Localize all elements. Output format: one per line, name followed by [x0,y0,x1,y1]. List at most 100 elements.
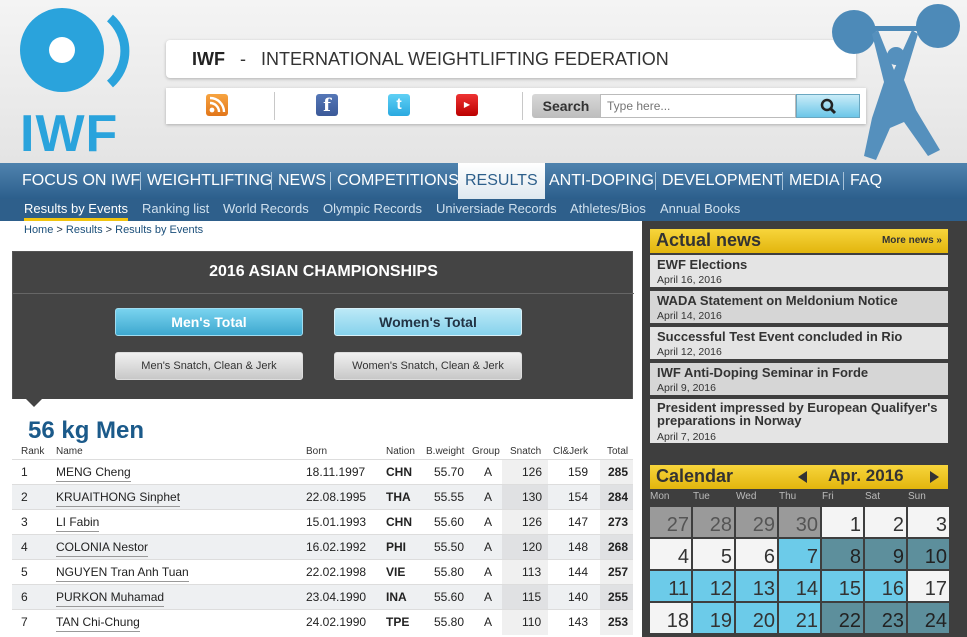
nav-faq[interactable]: FAQ [843,163,889,199]
calendar-day[interactable]: 3 [908,507,950,538]
cell-rank: 1 [21,465,28,479]
cell-name[interactable]: TAN Chi-Chung [56,612,140,632]
weekday-label: Sat [865,491,881,502]
news-title[interactable]: Successful Test Event concluded in Rio [657,329,902,344]
cell-snatch: 113 [522,565,542,579]
news-date: April 16, 2016 [657,274,722,286]
calendar-day[interactable]: 15 [822,571,864,602]
calendar-day[interactable]: 13 [736,571,778,602]
cell-bweight: 55.70 [434,465,465,479]
calendar-day[interactable]: 8 [822,539,864,570]
nav-anti-doping[interactable]: ANTI-DOPING [542,163,661,199]
subnav-universiade-records[interactable]: Universiade Records [436,199,557,221]
calendar-day[interactable]: 28 [693,507,735,538]
logo-text: IWF [20,105,119,163]
breadcrumb-home[interactable]: Home [24,224,53,236]
womens-total-button[interactable]: Women's Total [334,308,522,336]
calendar-day[interactable]: 30 [779,507,821,538]
breadcrumb-current[interactable]: Results by Events [115,224,203,236]
col-header-snatch: Snatch [510,446,542,457]
calendar-day[interactable]: 2 [865,507,907,538]
breadcrumb-results[interactable]: Results [66,224,103,236]
col-header-cljerk: Cl&Jerk [553,446,589,457]
calendar-day[interactable]: 27 [650,507,692,538]
weekday-label: Sun [908,491,926,502]
calendar-day[interactable]: 5 [693,539,735,570]
nav-focus-on-iwf[interactable]: FOCUS ON IWF [15,163,147,199]
cell-nation: VIE [386,565,406,579]
calendar-day[interactable]: 29 [736,507,778,538]
table-row: 3 LI Fabin 15.01.1993 CHN 55.60 A 126 147 273 [12,509,633,535]
nav-weightlifting[interactable]: WEIGHTLIFTING [140,163,279,199]
nav-media[interactable]: MEDIA [782,163,847,199]
mens-snatch-cj-button[interactable]: Men's Snatch, Clean & Jerk [115,352,303,380]
cell-name[interactable]: MENG Cheng [56,462,131,482]
news-item[interactable]: WADA Statement on Meldonium Notice April… [650,291,948,325]
news-title[interactable]: President impressed by European Qualifye… [657,401,947,427]
facebook-icon[interactable]: f [316,94,338,116]
mens-total-button[interactable]: Men's Total [115,308,303,336]
subnav-olympic-records[interactable]: Olympic Records [323,199,422,221]
event-title: 2016 ASIAN CHAMPIONSHIPS [13,252,634,294]
news-title[interactable]: IWF Anti-Doping Seminar in Forde [657,365,868,380]
nav-news[interactable]: NEWS [271,163,333,199]
calendar-day[interactable]: 1 [822,507,864,538]
calendar-day[interactable]: 9 [865,539,907,570]
calendar-day[interactable]: 4 [650,539,692,570]
womens-snatch-cj-button[interactable]: Women's Snatch, Clean & Jerk [334,352,522,380]
cell-cljerk: 159 [568,465,589,479]
calendar-day[interactable]: 24 [908,603,950,634]
next-month-icon[interactable] [930,471,939,483]
news-item[interactable]: Successful Test Event concluded in Rio A… [650,327,948,361]
calendar-day[interactable]: 6 [736,539,778,570]
cell-born: 23.04.1990 [306,590,367,604]
cell-name[interactable]: COLONIA Nestor [56,537,149,557]
calendar-day[interactable]: 14 [779,571,821,602]
news-header: Actual news More news » [650,229,948,253]
calendar-day[interactable]: 7 [779,539,821,570]
cell-name[interactable]: KRUAITHONG Sinphet [56,487,181,507]
calendar-day[interactable]: 20 [736,603,778,634]
cell-name[interactable]: NGUYEN Tran Anh Tuan [56,562,189,582]
news-title[interactable]: EWF Elections [657,257,747,272]
news-item[interactable]: IWF Anti-Doping Seminar in Forde April 9… [650,363,948,397]
prev-month-icon[interactable] [798,471,807,483]
subnav-world-records[interactable]: World Records [223,199,309,221]
nav-development[interactable]: DEVELOPMENT [655,163,790,199]
calendar-day[interactable]: 17 [908,571,950,602]
subnav-ranking-list[interactable]: Ranking list [142,199,209,221]
search-input[interactable] [600,94,796,118]
calendar-day[interactable]: 16 [865,571,907,602]
calendar-day[interactable]: 22 [822,603,864,634]
calendar-day[interactable]: 23 [865,603,907,634]
more-news-link[interactable]: More news » [882,235,942,246]
cell-snatch: 126 [522,465,543,479]
cell-born: 18.11.1997 [306,465,366,479]
table-row: 4 COLONIA Nestor 16.02.1992 PHI 55.50 A 120 148… [12,534,633,560]
cell-name[interactable]: LI Fabin [56,512,100,532]
subnav-annual-books[interactable]: Annual Books [660,199,740,221]
calendar-day[interactable]: 11 [650,571,692,602]
cell-group: A [484,590,493,604]
twitter-icon[interactable]: t [388,94,410,116]
news-item[interactable]: President impressed by European Qualifye… [650,399,948,445]
youtube-icon[interactable]: ▶ [456,94,478,116]
news-title[interactable]: WADA Statement on Meldonium Notice [657,293,898,308]
calendar-day[interactable]: 19 [693,603,735,634]
cell-name[interactable]: PURKON Muhamad [56,587,165,607]
table-row: 1 MENG Cheng 18.11.1997 CHN 55.70 A 126 159 285 [12,459,633,485]
nav-results[interactable]: RESULTS [458,163,545,199]
rss-icon[interactable] [206,94,228,116]
calendar-day[interactable]: 10 [908,539,950,570]
cell-born: 24.02.1990 [306,615,367,629]
subnav-athletes-bios[interactable]: Athletes/Bios [570,199,646,221]
calendar-day[interactable]: 12 [693,571,735,602]
news-item[interactable]: EWF Elections April 16, 2016 [650,255,948,289]
cell-born: 16.02.1992 [306,540,367,554]
calendar-day[interactable]: 21 [779,603,821,634]
nav-competitions[interactable]: COMPETITIONS [330,163,466,199]
cell-snatch: 110 [522,615,542,629]
subnav-results-by-events[interactable]: Results by Events [24,199,129,221]
calendar-day[interactable]: 18 [650,603,692,634]
main-content: Home > Results > Results by Events 2016 … [0,221,642,637]
